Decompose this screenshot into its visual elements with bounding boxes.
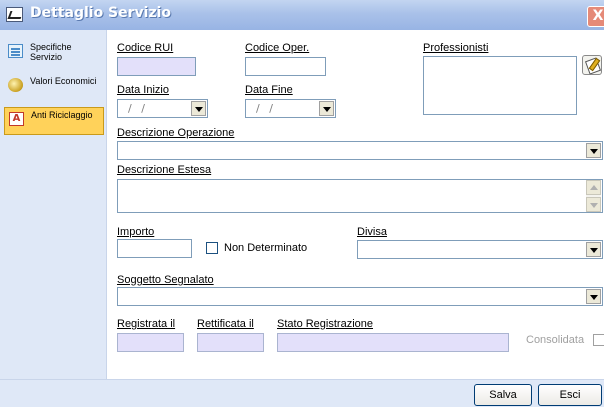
exit-button[interactable]: Esci bbox=[538, 384, 602, 406]
divisa-select[interactable] bbox=[357, 240, 603, 259]
footer-bar: Salva Esci bbox=[0, 379, 604, 407]
chevron-down-icon[interactable] bbox=[191, 101, 206, 116]
soggetto-segnalato-label: Soggetto Segnalato bbox=[117, 274, 214, 286]
importo-field[interactable] bbox=[117, 239, 192, 258]
professionisti-label: Professionisti bbox=[423, 42, 489, 54]
descrizione-operazione-select[interactable] bbox=[117, 141, 603, 160]
rettificata-il-label: Rettificata il bbox=[197, 318, 254, 330]
registrata-il-field bbox=[117, 333, 184, 352]
scroll-up-icon[interactable] bbox=[586, 180, 601, 195]
chevron-down-icon[interactable] bbox=[319, 101, 334, 116]
data-inizio-field[interactable]: / / bbox=[117, 99, 208, 118]
stato-registrazione-field bbox=[277, 333, 509, 352]
non-determinato-label: Non Determinato bbox=[224, 242, 308, 254]
chevron-down-icon[interactable] bbox=[586, 143, 601, 158]
chevron-down-icon[interactable] bbox=[586, 289, 601, 304]
sidebar-item-valori-economici[interactable]: Valori Economici bbox=[4, 74, 104, 102]
list-icon bbox=[8, 44, 23, 58]
scroll-down-icon[interactable] bbox=[586, 197, 601, 212]
sidebar: Specifiche Servizio Valori Economici A A… bbox=[0, 30, 107, 379]
date-placeholder: / / bbox=[256, 102, 276, 115]
date-placeholder: / / bbox=[128, 102, 148, 115]
close-button[interactable]: X bbox=[587, 6, 604, 27]
divisa-label: Divisa bbox=[357, 226, 387, 238]
soggetto-segnalato-select[interactable] bbox=[117, 287, 603, 306]
consolidata-label: Consolidata bbox=[526, 334, 585, 346]
sidebar-item-label: Valori Economici bbox=[30, 76, 97, 86]
codice-rui-label: Codice RUI bbox=[117, 42, 174, 54]
codice-oper-field[interactable] bbox=[245, 57, 326, 76]
coins-icon bbox=[8, 78, 23, 92]
stato-registrazione-label: Stato Registrazione bbox=[277, 318, 373, 330]
data-fine-label: Data Fine bbox=[245, 84, 293, 96]
sidebar-item-anti-riciclaggio[interactable]: A Anti Riciclaggio bbox=[4, 107, 104, 135]
rettificata-il-field bbox=[197, 333, 264, 352]
codice-rui-field[interactable] bbox=[117, 57, 196, 76]
save-button[interactable]: Salva bbox=[474, 384, 532, 406]
chevron-down-icon[interactable] bbox=[586, 242, 601, 257]
pencil-picker-icon[interactable] bbox=[582, 55, 602, 75]
registrata-il-label: Registrata il bbox=[117, 318, 176, 330]
sidebar-item-label: Anti Riciclaggio bbox=[31, 110, 93, 120]
descrizione-estesa-scrollbar[interactable] bbox=[586, 180, 601, 212]
consolidata-checkbox bbox=[593, 334, 604, 346]
sidebar-item-label: Specifiche Servizio bbox=[30, 42, 72, 62]
non-determinato-checkbox[interactable] bbox=[206, 242, 218, 254]
importo-label: Importo bbox=[117, 226, 155, 238]
anti-icon: A bbox=[9, 112, 24, 126]
codice-oper-label: Codice Oper. bbox=[245, 42, 310, 54]
window-title: Dettaglio Servizio bbox=[30, 5, 172, 21]
data-inizio-label: Data Inizio bbox=[117, 84, 169, 96]
descrizione-estesa-label: Descrizione Estesa bbox=[117, 164, 212, 176]
descrizione-operazione-label: Descrizione Operazione bbox=[117, 127, 235, 139]
dettaglio-servizio-window: Dettaglio Servizio X Specifiche Servizio… bbox=[0, 0, 604, 407]
descrizione-estesa-textarea[interactable] bbox=[117, 179, 603, 213]
data-fine-field[interactable]: / / bbox=[245, 99, 336, 118]
sidebar-item-specifiche-servizio[interactable]: Specifiche Servizio bbox=[4, 40, 104, 68]
app-icon bbox=[6, 7, 23, 22]
professionisti-list[interactable] bbox=[423, 56, 577, 115]
title-bar: Dettaglio Servizio X bbox=[0, 0, 604, 30]
